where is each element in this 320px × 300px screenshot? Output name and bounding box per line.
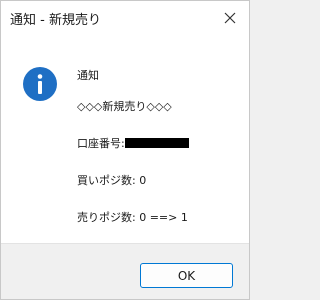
buy-positions-line: 買いポジ数: 0 <box>77 174 147 187</box>
close-icon <box>224 12 236 24</box>
account-number-label: 口座番号: <box>77 137 125 150</box>
info-icon <box>23 67 57 101</box>
dialog-footer: OK <box>1 243 249 299</box>
redaction-bar <box>124 138 189 148</box>
title-bar[interactable]: 通知 - 新規売り <box>1 1 249 37</box>
notification-dialog: 通知 - 新規売り 通知 ◇◇◇新規売り◇◇◇ 口座番号: 買いポジ数: 0 売… <box>0 0 250 300</box>
message-heading: 通知 <box>77 69 99 82</box>
account-number-line: 口座番号: <box>77 137 189 151</box>
dialog-content: 通知 ◇◇◇新規売り◇◇◇ 口座番号: 買いポジ数: 0 売りポジ数: 0 ==… <box>1 37 249 243</box>
sell-positions-line: 売りポジ数: 0 ==> 1 <box>77 211 188 224</box>
dialog-title: 通知 - 新規売り <box>10 13 101 28</box>
close-button[interactable] <box>215 3 245 33</box>
message-line-1: ◇◇◇新規売り◇◇◇ <box>77 100 172 113</box>
ok-button[interactable]: OK <box>140 263 233 288</box>
